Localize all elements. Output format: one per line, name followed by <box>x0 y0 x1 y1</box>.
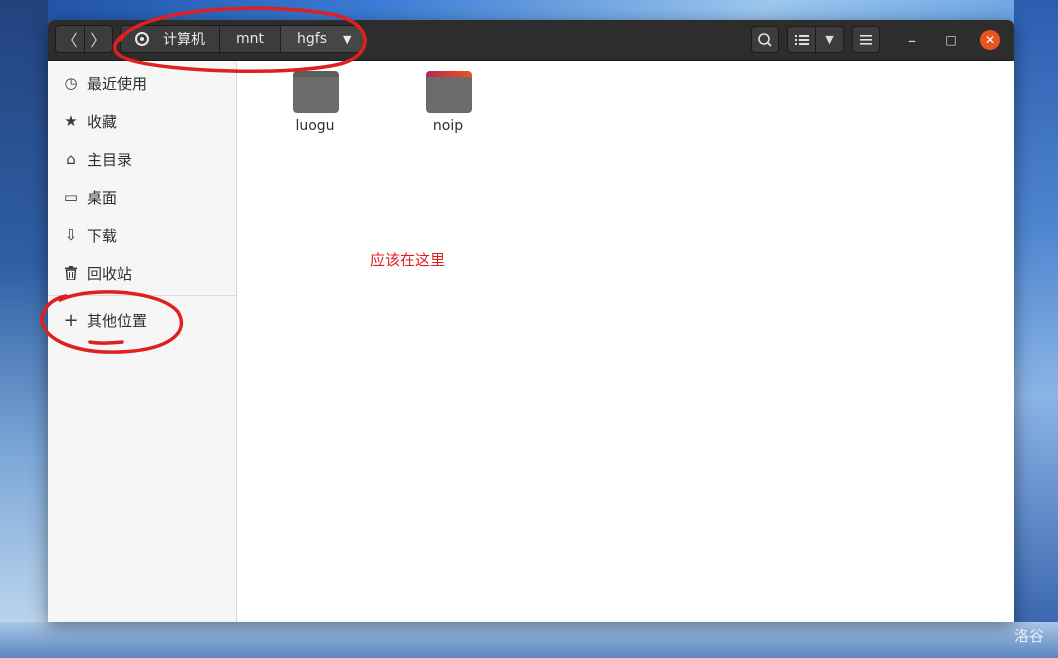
chevron-down-icon[interactable]: ▼ <box>343 33 351 46</box>
sidebar-item-home[interactable]: ⌂ 主目录 <box>48 140 236 178</box>
sidebar-item-label: 下载 <box>87 226 118 245</box>
minimize-button[interactable]: – <box>902 30 922 50</box>
list-view-icon <box>794 34 809 45</box>
sidebar-item-label: 收藏 <box>87 112 118 131</box>
crumb-label: 计算机 <box>163 32 205 48</box>
minimize-icon: – <box>908 30 916 50</box>
file-view: luogu noip 应该在这里 <box>237 61 1014 622</box>
wallpaper-building <box>1014 0 1058 658</box>
close-button[interactable]: ✕ <box>980 30 1000 50</box>
folder-item-luogu[interactable]: luogu <box>275 63 355 139</box>
view-toggle-button[interactable]: ▼ <box>787 26 844 53</box>
wallpaper-building <box>0 0 48 658</box>
folder-icon <box>426 71 472 113</box>
folder-icon <box>293 71 339 113</box>
sidebar-item-recent[interactable]: ◷ 最近使用 <box>48 64 236 102</box>
wallpaper-ground <box>0 622 1058 658</box>
disk-icon <box>135 32 149 46</box>
trash-icon <box>61 266 81 280</box>
desktop-icon: ▭ <box>63 188 79 206</box>
sidebar-item-other-locations[interactable]: + 其他位置 <box>48 301 236 339</box>
path-bar: 计算机 mnt hgfs ▼ <box>120 25 365 53</box>
search-button[interactable] <box>751 26 779 53</box>
menu-button[interactable] <box>852 26 880 53</box>
folder-name: luogu <box>295 118 335 134</box>
close-icon: ✕ <box>980 30 1000 50</box>
sidebar-item-label: 桌面 <box>87 188 118 207</box>
star-icon: ★ <box>64 112 78 130</box>
list-view-button[interactable] <box>788 27 816 52</box>
search-icon <box>758 32 772 47</box>
clock-icon: ◷ <box>64 74 78 92</box>
path-crumb-computer[interactable]: 计算机 <box>121 26 220 52</box>
file-manager-window: 〈 〉 计算机 mnt hgfs ▼ ▼ – □ ✕ ◷ 最近使用 ★ 收藏 ⌂… <box>48 20 1014 622</box>
sidebar-item-starred[interactable]: ★ 收藏 <box>48 102 236 140</box>
forward-button[interactable]: 〉 <box>85 26 113 52</box>
annotation-text: 应该在这里 <box>370 251 446 269</box>
back-arrow-icon: 〈 <box>61 31 78 50</box>
maximize-button[interactable]: □ <box>941 30 961 50</box>
path-crumb-mnt[interactable]: mnt <box>220 26 281 52</box>
plus-icon: + <box>63 309 79 331</box>
sidebar-item-label: 回收站 <box>87 264 133 283</box>
download-icon: ⇩ <box>64 226 78 244</box>
forward-arrow-icon: 〉 <box>90 31 107 50</box>
maximize-icon: □ <box>945 33 957 47</box>
folder-item-noip[interactable]: noip <box>408 63 488 139</box>
sidebar-item-label: 最近使用 <box>87 74 148 93</box>
header-bar: 〈 〉 计算机 mnt hgfs ▼ ▼ – □ ✕ <box>48 20 1014 61</box>
home-icon: ⌂ <box>66 150 76 168</box>
sidebar-divider <box>48 295 236 296</box>
sidebar-item-label: 其他位置 <box>87 311 148 330</box>
crumb-label: mnt <box>236 31 264 47</box>
sidebar-item-desktop[interactable]: ▭ 桌面 <box>48 178 236 216</box>
sidebar-item-trash[interactable]: 回收站 <box>48 254 236 292</box>
view-options-dropdown[interactable]: ▼ <box>816 27 843 52</box>
navigation-buttons: 〈 〉 <box>55 25 113 53</box>
folder-name: noip <box>432 118 464 134</box>
sidebar-item-downloads[interactable]: ⇩ 下载 <box>48 216 236 254</box>
hamburger-menu-icon <box>860 34 872 45</box>
path-crumb-hgfs[interactable]: hgfs ▼ <box>281 26 364 52</box>
chevron-down-icon: ▼ <box>825 33 834 46</box>
back-button[interactable]: 〈 <box>56 26 85 52</box>
crumb-label: hgfs <box>297 31 327 47</box>
watermark-text: 洛谷 <box>1013 627 1044 645</box>
places-sidebar: ◷ 最近使用 ★ 收藏 ⌂ 主目录 ▭ 桌面 ⇩ 下载 回收站 + 其他位置 <box>48 61 237 622</box>
sidebar-item-label: 主目录 <box>87 150 133 169</box>
